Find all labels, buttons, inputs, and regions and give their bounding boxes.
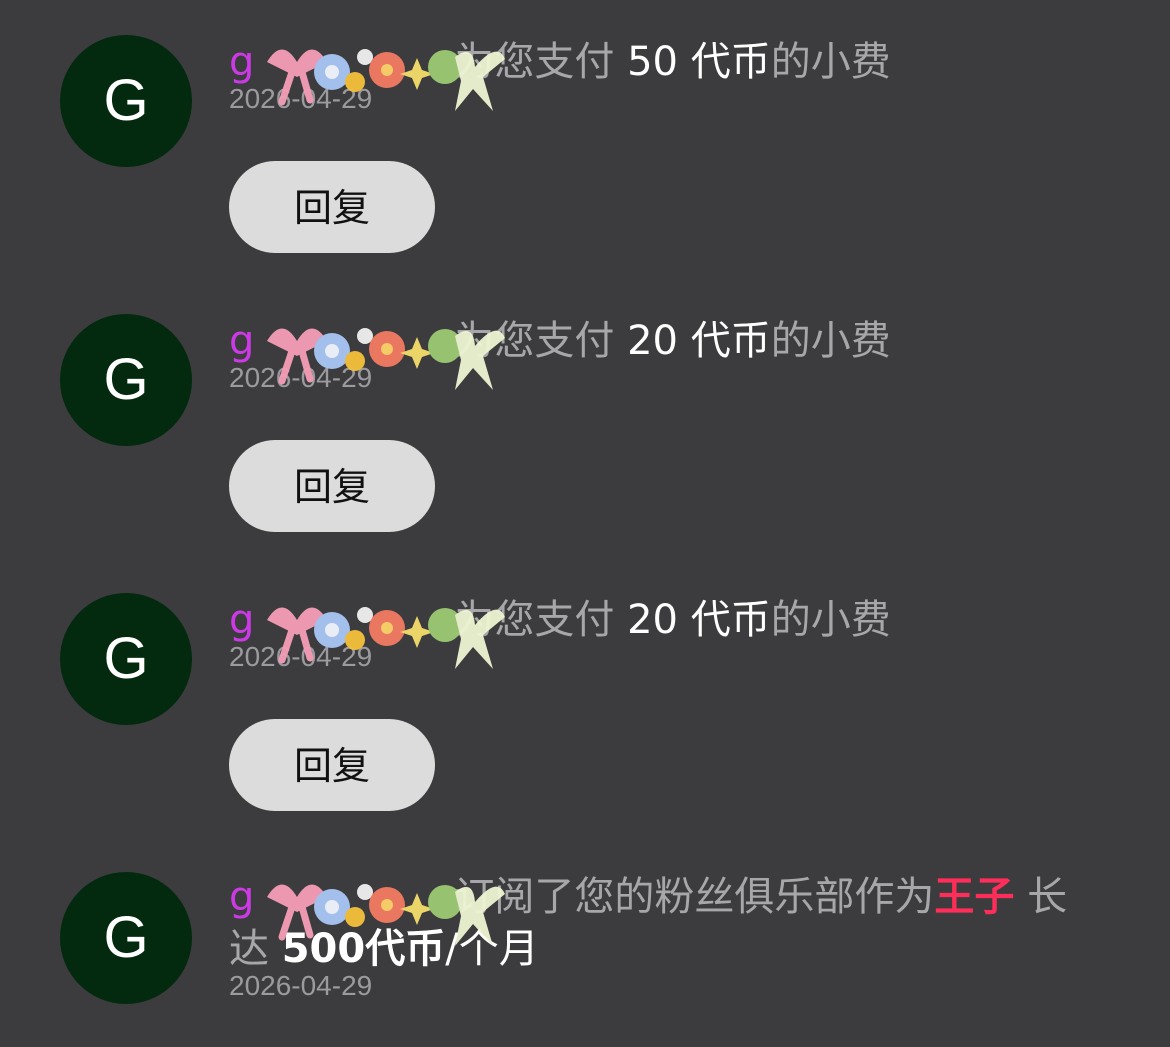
tip-amount: 20 代币	[627, 318, 771, 364]
notification-date: 2026-04-29	[229, 970, 373, 1001]
reply-button[interactable]: 回复	[229, 440, 435, 532]
notification-message: g 为您支付 20 代币的小费	[229, 594, 1089, 669]
tip-suffix: 的小费	[770, 39, 891, 85]
notification-date: 2026-04-29	[229, 83, 373, 114]
notification-message: g 为您支付 50 代币的小费	[229, 36, 1089, 111]
tip-suffix: 的小费	[770, 318, 891, 364]
avatar[interactable]: G	[60, 35, 192, 167]
notification-content: g 为您支付 20 代币的小费 2026-04-29	[229, 315, 1089, 393]
username[interactable]: g	[229, 318, 254, 364]
subscription-tier: 王子	[934, 874, 1015, 920]
notification-date: 2026-04-29	[229, 641, 373, 672]
tip-suffix: 的小费	[770, 597, 891, 643]
subscription-text: 订阅了您的粉丝俱乐部作为	[454, 874, 935, 920]
notification-content: g 订阅了您的粉丝俱乐部作为王子 长达 500代币/个月 2026-04-29	[229, 871, 1089, 1001]
notification-message: g 订阅了您的粉丝俱乐部作为王子 长达 500代币/个月	[229, 871, 1089, 975]
reply-button[interactable]: 回复	[229, 719, 435, 811]
tip-amount: 50 代币	[627, 39, 771, 85]
reply-button[interactable]: 回复	[229, 161, 435, 253]
subscription-period: /个月	[445, 926, 539, 972]
username[interactable]: g	[229, 874, 254, 920]
notification-date: 2026-04-29	[229, 362, 373, 393]
notification-content: g 为您支付 20 代币的小费 2026-04-29	[229, 594, 1089, 672]
username[interactable]: g	[229, 597, 254, 643]
avatar[interactable]: G	[60, 314, 192, 446]
avatar[interactable]: G	[60, 593, 192, 725]
username[interactable]: g	[229, 39, 254, 85]
tip-amount: 20 代币	[627, 597, 771, 643]
subscription-price: 500代币	[281, 926, 446, 972]
action-text: 为您支付	[454, 597, 615, 643]
avatar[interactable]: G	[60, 872, 192, 1004]
action-text: 为您支付	[454, 39, 615, 85]
action-text: 为您支付	[454, 318, 615, 364]
notification-content: g 为您支付 50 代币的小费 2026-04-29	[229, 36, 1089, 114]
notification-message: g 为您支付 20 代币的小费	[229, 315, 1089, 390]
